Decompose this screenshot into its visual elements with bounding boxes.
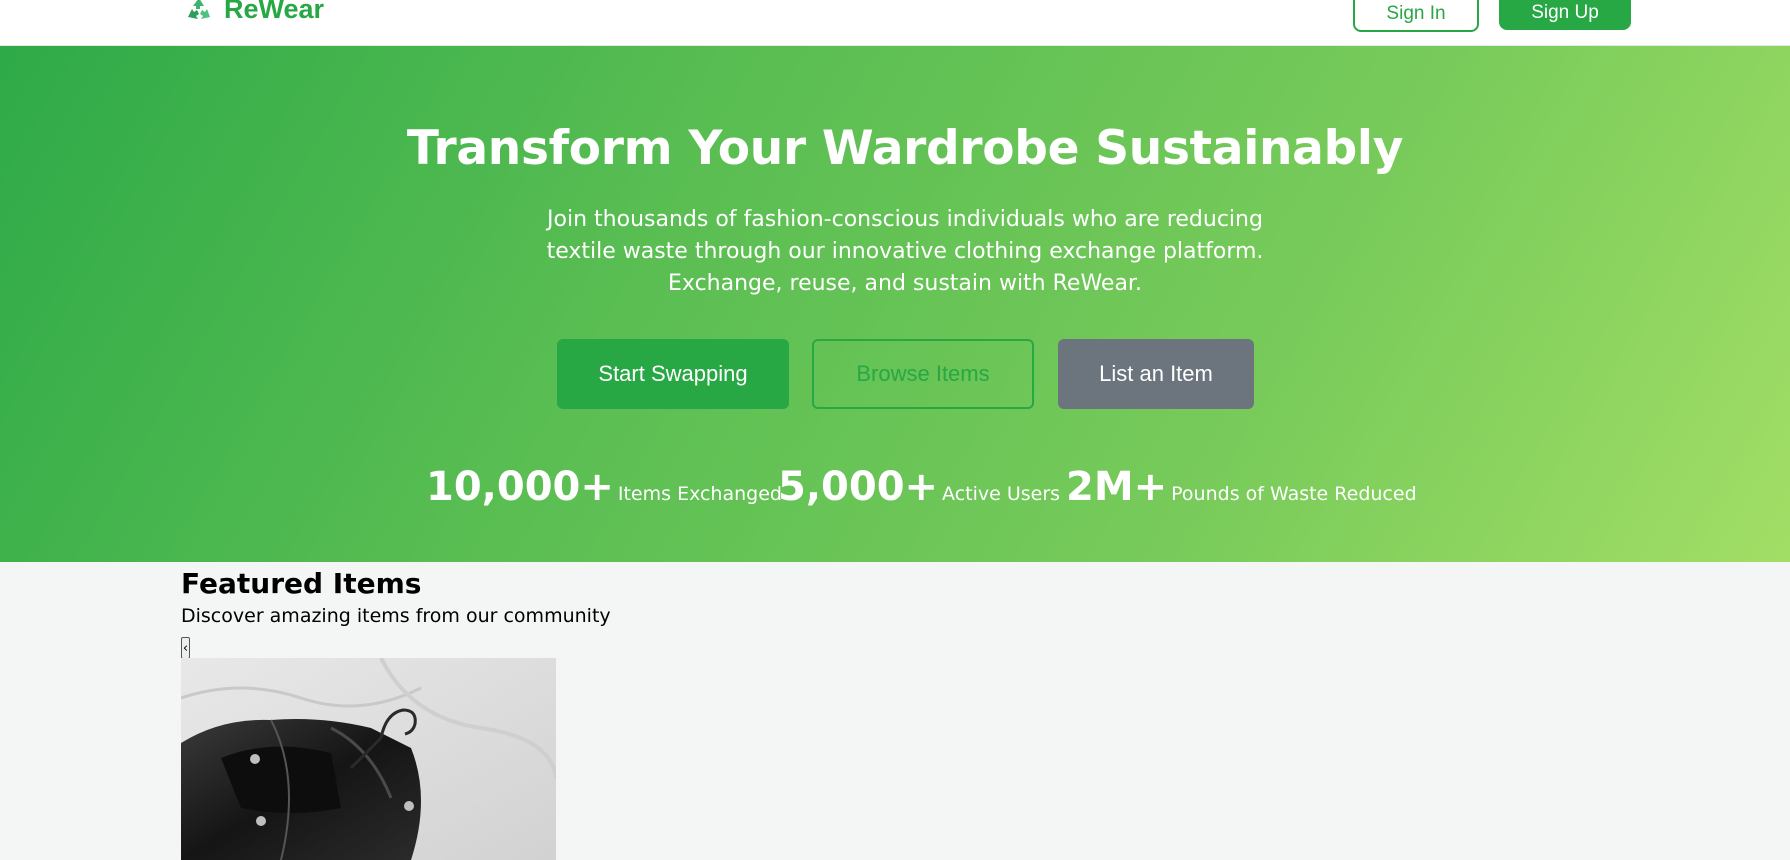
featured-item-card[interactable] [181, 658, 556, 860]
stat-value: 2M+ [1066, 464, 1168, 510]
list-item-button[interactable]: List an Item [1058, 339, 1254, 409]
brand-name: ReWear [224, 0, 325, 24]
carousel-prev-button[interactable]: ‹ [181, 637, 190, 659]
stat-items-exchanged: 10,000+ Items Exchanged [426, 464, 782, 510]
sign-up-button[interactable]: Sign Up [1499, 0, 1631, 30]
hero-title: Transform Your Wardrobe Sustainably [406, 121, 1404, 176]
brand-logo[interactable]: ReWear [184, 0, 324, 25]
sign-in-button[interactable]: Sign In [1353, 0, 1479, 32]
stat-active-users: 5,000+ Active Users [778, 464, 1060, 510]
stat-value: 10,000+ [426, 464, 614, 510]
featured-section: Featured Items Discover amazing items fr… [181, 566, 611, 659]
browse-items-button[interactable]: Browse Items [812, 339, 1034, 409]
start-swapping-button[interactable]: Start Swapping [557, 339, 789, 409]
stat-label: Pounds of Waste Reduced [1171, 483, 1417, 505]
stat-label: Items Exchanged [617, 483, 782, 505]
top-navbar: ReWear Sign In Sign Up [0, 0, 1790, 46]
featured-subtitle: Discover amazing items from our communit… [181, 605, 611, 627]
hero-subtitle: Join thousands of fashion-conscious indi… [546, 207, 1264, 296]
black-leather-jacket-photo [181, 658, 556, 860]
stat-waste-reduced: 2M+ Pounds of Waste Reduced [1066, 464, 1417, 510]
hero-section: Transform Your Wardrobe Sustainably Join… [0, 46, 1790, 562]
featured-title: Featured Items [181, 567, 422, 600]
stat-label: Active Users [942, 483, 1061, 505]
stat-value: 5,000+ [778, 464, 939, 510]
recycle-icon [184, 0, 214, 25]
